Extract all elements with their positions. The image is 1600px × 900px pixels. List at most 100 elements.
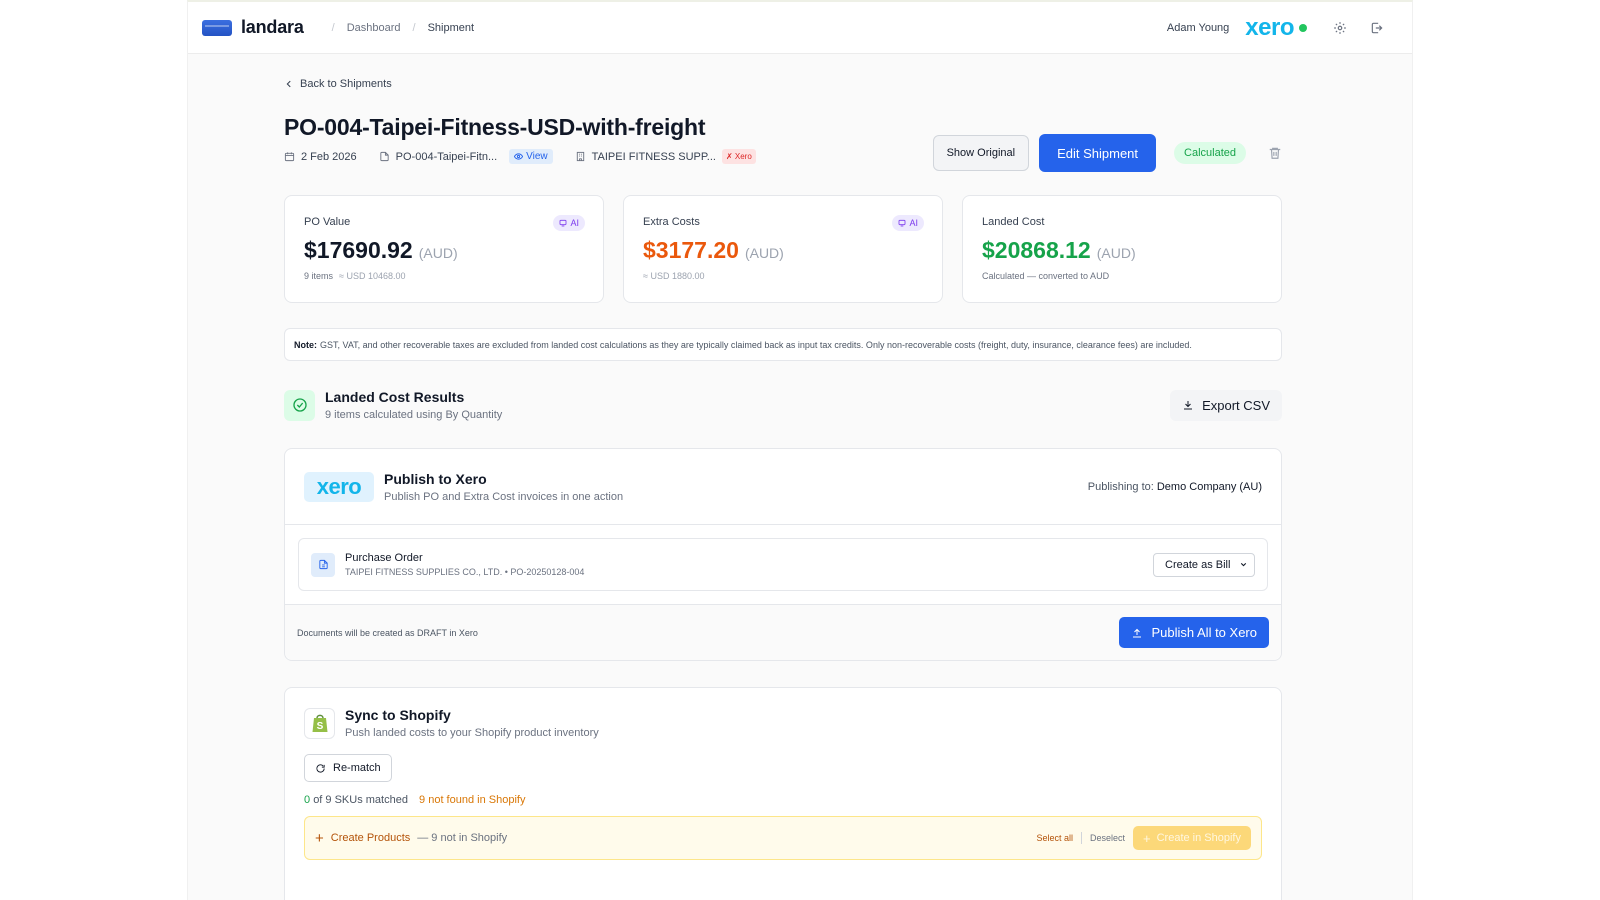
upload-icon: [1133, 628, 1142, 637]
xero-not-synced-badge: ✗ Xero: [721, 149, 756, 164]
select-value: Create as Bill: [1165, 558, 1231, 571]
usd-equivalent: ≈ USD 10468.00: [339, 271, 406, 281]
card-value: $3177.20 (AUD): [643, 237, 923, 264]
note-label: Note:: [294, 339, 317, 350]
po-subtitle: TAIPEI FITNESS SUPPLIES CO., LTD. • PO-2…: [345, 567, 585, 577]
breadcrumb-shipment: Shipment: [427, 21, 475, 34]
currency: (AUD): [1096, 245, 1136, 261]
logout-button[interactable]: [1366, 17, 1388, 39]
currency: (AUD): [418, 245, 458, 261]
deselect-link[interactable]: Deselect: [1090, 833, 1125, 843]
po-value-card: PO Value AI $17690.92 (AUD) 9 items ≈ USD…: [284, 195, 604, 303]
shipment-document-name: PO-004-Taipei-Fitn...: [395, 150, 498, 163]
landed-cost-card: Landed Cost $20868.12 (AUD) Calculated —…: [962, 195, 1282, 303]
extra-costs-card: Extra Costs AI $3177.20 (AUD) ≈ USD 1880…: [623, 195, 943, 303]
calendar-icon: [284, 151, 295, 162]
results-subtitle: 9 items calculated using By Quantity: [325, 409, 503, 421]
xero-panel-header: xero Publish to Xero Publish PO and Extr…: [285, 449, 1281, 525]
page-title: PO-004-Taipei-Fitness-USD-with-freight: [284, 114, 706, 140]
landara-logo-icon: [202, 19, 232, 36]
back-link[interactable]: Back to Shipments: [284, 78, 1282, 90]
chevron-down-icon: [1240, 562, 1247, 567]
shipment-header: PO-004-Taipei-Fitness-USD-with-freight 2…: [284, 114, 1282, 172]
card-label: Extra Costs: [643, 216, 700, 228]
settings-button[interactable]: [1329, 17, 1351, 39]
xero-panel-footer: Documents will be created as DRAFT in Xe…: [285, 604, 1281, 660]
create-products-label: Create Products: [330, 832, 411, 844]
breadcrumb-dashboard[interactable]: Dashboard: [347, 22, 401, 34]
publishing-to-label: Publishing to:: [1087, 480, 1154, 493]
shopify-bag-icon: S: [304, 707, 335, 739]
main-content: Back to Shipments PO-004-Taipei-Fitness-…: [284, 78, 1282, 900]
gear-icon: [1334, 22, 1346, 34]
card-label: Landed Cost: [982, 216, 1045, 228]
svg-text:S: S: [316, 721, 323, 732]
status-badge: Calculated: [1174, 142, 1246, 164]
publishing-to: Publishing to: Demo Company (AU): [1088, 481, 1262, 493]
card-value: $17690.92 (AUD): [304, 237, 584, 264]
create-in-shopify-label: Create in Shopify: [1156, 832, 1241, 844]
results-title: Landed Cost Results: [325, 389, 465, 405]
delete-button[interactable]: [1268, 146, 1282, 160]
xero-panel-title: Publish to Xero: [384, 470, 487, 487]
show-original-button[interactable]: Show Original: [932, 135, 1030, 171]
document-icon: [311, 552, 335, 577]
select-all-link[interactable]: Select all: [1036, 833, 1073, 843]
shipment-meta: 2 Feb 2026 PO-004-Taipei-Fitn... View TA…: [284, 149, 756, 164]
document-icon: [379, 151, 390, 162]
ai-badge: AI: [892, 215, 924, 231]
summary-cards: PO Value AI $17690.92 (AUD) 9 items ≈ USD…: [284, 195, 1282, 303]
note-text: GST, VAT, and other recoverable taxes ar…: [320, 339, 1192, 350]
create-products-bar: + Create Products — 9 not in Shopify Sel…: [304, 816, 1262, 860]
export-label: Export CSV: [1202, 397, 1270, 413]
not-found-text: 9 not found in Shopify: [419, 794, 526, 806]
ai-icon: [899, 219, 906, 227]
xero-panel-subtitle: Publish PO and Extra Cost invoices in on…: [384, 490, 624, 503]
ai-badge: AI: [553, 215, 585, 231]
supplier-name: TAIPEI FITNESS SUPP...: [591, 150, 716, 163]
app-logo[interactable]: landara: [202, 17, 304, 38]
usd-equivalent: ≈ USD 1880.00: [643, 271, 705, 281]
company-name: Demo Company (AU): [1156, 480, 1262, 493]
divider: [1081, 832, 1082, 844]
sync-to-shopify-panel: S Sync to Shopify Push landed costs to y…: [284, 687, 1282, 900]
currency: (AUD): [744, 245, 784, 261]
view-label: View: [526, 151, 548, 162]
tax-note: Note: GST, VAT, and other recoverable ta…: [284, 328, 1282, 361]
landed-cost-amount: $20868.12: [982, 237, 1091, 263]
publish-all-button[interactable]: Publish All to Xero: [1119, 617, 1269, 648]
xero-status-dot: [1299, 24, 1307, 32]
create-products-count: — 9 not in Shopify: [417, 832, 508, 844]
ai-label: AI: [570, 218, 579, 228]
extra-costs-amount: $3177.20: [643, 237, 739, 263]
download-icon: [1184, 401, 1193, 410]
card-value: $20868.12 (AUD): [982, 237, 1262, 264]
rematch-label: Re-match: [333, 762, 381, 774]
xero-connection-logo[interactable]: xero: [1245, 16, 1294, 40]
publish-to-xero-panel: xero Publish to Xero Publish PO and Extr…: [284, 448, 1282, 661]
header-actions: Show Original Edit Shipment Calculated: [932, 114, 1282, 172]
breadcrumb-separator: /: [412, 21, 416, 34]
breadcrumb-separator: /: [331, 21, 335, 34]
app-name: landara: [241, 17, 304, 37]
rematch-button[interactable]: Re-match: [304, 754, 392, 782]
view-document-button[interactable]: View: [509, 149, 553, 164]
breadcrumb: / Dashboard / Shipment: [320, 22, 474, 34]
sku-match-summary: 0 of 9 SKUs matched 9 not found in Shopi…: [304, 794, 1262, 806]
export-csv-button[interactable]: Export CSV: [1170, 389, 1282, 421]
results-header: Landed Cost Results 9 items calculated u…: [284, 389, 1282, 421]
logout-icon: [1371, 22, 1383, 34]
card-sub: Calculated — converted to AUD: [982, 271, 1110, 281]
draft-note: Documents will be created as DRAFT in Xe…: [297, 627, 478, 638]
card-label: PO Value: [304, 216, 351, 228]
card-sub: ≈ USD 1880.00: [643, 271, 923, 281]
app-window: landara / Dashboard / Shipment Adam Youn…: [187, 0, 1413, 900]
document-type-select[interactable]: Create as Bill: [1153, 552, 1255, 577]
edit-shipment-button[interactable]: Edit Shipment: [1039, 134, 1157, 172]
plus-icon: +: [1143, 830, 1151, 846]
chevron-left-icon: [286, 80, 291, 88]
purchase-order-row: Purchase Order TAIPEI FITNESS SUPPLIES C…: [298, 538, 1268, 591]
building-icon: [575, 151, 586, 162]
create-in-shopify-button[interactable]: + Create in Shopify: [1133, 826, 1251, 850]
create-products-toggle[interactable]: + Create Products — 9 not in Shopify: [315, 831, 507, 846]
